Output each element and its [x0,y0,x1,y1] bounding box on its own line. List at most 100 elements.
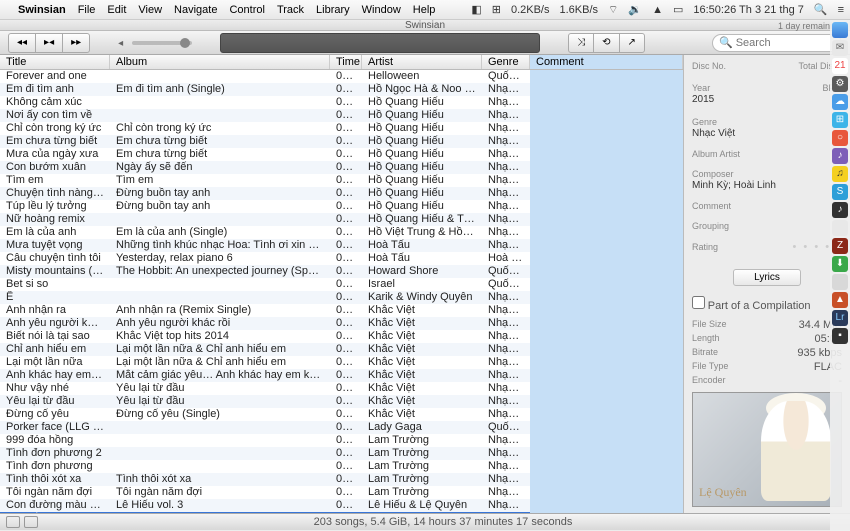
table-row[interactable]: Misty mountains (performe…The Hobbit: An… [0,265,683,278]
view-mode-icon[interactable] [24,516,38,528]
col-album[interactable]: Album [110,55,330,69]
menu-track[interactable]: Track [277,4,304,16]
dock-terminal-icon[interactable]: ▪ [832,328,848,344]
menu-view[interactable]: View [138,4,162,16]
cell-comment [530,135,683,148]
notification-icon[interactable]: ≡ [838,4,844,16]
cell-genre: Quốc tế [482,421,530,434]
table-row[interactable]: Mưa tuyệt vọngNhững tình khúc nhạc Hoa: … [0,239,683,252]
dock-finder-icon[interactable] [832,22,848,38]
dock-skype-icon[interactable]: S [832,184,848,200]
table-row[interactable]: Túp lều lý tưởngĐừng buồn tay anh04:37Hồ… [0,200,683,213]
dock-app-icon[interactable]: ⚙ [832,76,848,92]
dock-app-icon[interactable]: ⬇ [832,256,848,272]
table-row[interactable]: Yêu lại từ đầuYêu lại từ đầu03:27Khắc Vi… [0,395,683,408]
table-row[interactable]: Porker face (LLG Vs GLG Ra…04:03Lady Gag… [0,421,683,434]
dock-lightroom-icon[interactable]: Lr [832,310,848,326]
col-artist[interactable]: Artist [362,55,482,69]
menu-edit[interactable]: Edit [107,4,126,16]
menu-window[interactable]: Window [362,4,401,16]
menu-navigate[interactable]: Navigate [174,4,217,16]
compilation-checkbox[interactable]: Part of a Compilation [692,296,842,312]
dock-itunes-icon[interactable]: ♪ [832,148,848,164]
cell-artist: Khắc Việt [362,408,482,421]
table-row[interactable]: 999 đóa hồng05:52Lam TrườngNhạc Việt [0,434,683,447]
table-row[interactable]: Ế04:13Karik & Windy QuyênNhạc Việt [0,291,683,304]
menu-extra-icon[interactable]: ◧ [471,3,481,16]
wifi-icon[interactable]: ▲ [652,4,663,16]
table-row[interactable]: Anh yêu người khác rồiAnh yêu người khác… [0,317,683,330]
cell-comment [530,434,683,447]
table-row[interactable]: Anh nhận raAnh nhận ra (Remix Single)04:… [0,304,683,317]
repeat-button[interactable]: ⟲ [594,34,619,52]
table-row[interactable]: Bet si so01:52IsraelQuốc tế [0,278,683,291]
menu-extra-icon[interactable]: ⊞ [492,3,501,16]
dock-app-icon[interactable]: ☁ [832,94,848,110]
dock-app-icon[interactable] [832,220,848,236]
table-row[interactable]: Anh khác hay em khácMắt cảm giác yêu… An… [0,369,683,382]
table-row[interactable]: Tôi ngàn năm đợiTôi ngàn năm đợi04:58Lam… [0,486,683,499]
battery-icon[interactable]: ▭ [673,3,683,16]
table-row[interactable]: Đừng cố yêuĐừng cố yêu (Single)04:29Khắc… [0,408,683,421]
play-button[interactable]: ▸◂ [36,34,63,52]
table-row[interactable]: Nơi ấy con tìm về04:20Hồ Quang HiếuNhạc … [0,109,683,122]
table-row[interactable]: Chuyến tàu hoàng hônKhúc tình xưa 3 - Đê… [0,512,683,513]
bitrate-label: Bitrate [692,347,718,359]
dock-app-icon[interactable]: ⊞ [832,112,848,128]
table-row[interactable]: Chỉ anh hiểu emLại một lần nữa & Chỉ anh… [0,343,683,356]
col-genre[interactable]: Genre [482,55,530,69]
dock-calendar-icon[interactable]: 21 [832,58,848,74]
table-row[interactable]: Chỉ còn trong ký ứcChỉ còn trong ký ức03… [0,122,683,135]
col-comment[interactable]: Comment [530,55,683,69]
table-row[interactable]: Tình thôi xót xaTình thôi xót xa05:54Lam… [0,473,683,486]
next-button[interactable]: ▸▸ [63,34,89,52]
search-input[interactable] [736,37,836,49]
table-row[interactable]: Lại một lần nữaLại một lần nữa & Chỉ anh… [0,356,683,369]
search-icon: 🔍 [719,36,733,49]
table-row[interactable]: Chuyện tình nàng trinh nữ…Đừng buồn tay … [0,187,683,200]
dock-app-icon[interactable]: ✉ [832,40,848,56]
menu-library[interactable]: Library [316,4,350,16]
table-row[interactable]: Tình đơn phương 204:26Lam TrườngNhạc Việ… [0,447,683,460]
cell-time: 03:55 [330,70,362,83]
col-title[interactable]: Title [0,55,110,69]
table-row[interactable]: Em chưa từng biếtEm chưa từng biết03:43H… [0,135,683,148]
table-row[interactable]: Câu chuyện tình tôiYesterday, relax pian… [0,252,683,265]
dock-vlc-icon[interactable]: ▲ [832,292,848,308]
table-row[interactable]: Em là của anhEm là của anh (Single)04:42… [0,226,683,239]
app-menu[interactable]: Swinsian [18,4,66,16]
prev-button[interactable]: ◂◂ [9,34,36,52]
table-row[interactable]: Biết nói là tại saoKhắc Việt top hits 20… [0,330,683,343]
dock-swinsian-icon[interactable]: ♪ [832,202,848,218]
cell-genre: Nhạc Việt [482,200,530,213]
volume-slider[interactable] [132,41,192,45]
table-row[interactable]: Không cảm xúc03:49Hồ Quang HiếuNhạc Việt [0,96,683,109]
col-time[interactable]: Time [330,55,362,69]
volume-icon[interactable]: 🔉 [628,3,642,16]
table-row[interactable]: Nữ hoàng remix03:23Hồ Quang Hiếu & Thúy … [0,213,683,226]
table-row[interactable]: Con đường màu xanhLê Hiếu vol. 305:21Lê … [0,499,683,512]
view-mode-icon[interactable] [6,516,20,528]
bluetooth-icon[interactable]: ⌔ [608,3,618,17]
clock[interactable]: 16:50:26 Th 3 21 thg 7 [693,4,804,16]
dock-app-icon[interactable]: ○ [832,130,848,146]
menu-help[interactable]: Help [413,4,436,16]
dock-app-icon[interactable] [832,274,848,290]
eq-button[interactable]: ↗ [620,34,644,52]
dock-app-icon[interactable]: ♫ [832,166,848,182]
search-field[interactable]: 🔍 [712,34,842,52]
table-row[interactable]: Em đi tìm anhEm đi tìm anh (Single)04:33… [0,83,683,96]
cell-artist: Lệ Quyên [362,512,482,513]
shuffle-button[interactable]: ⤨ [569,34,594,52]
spotlight-icon[interactable]: 🔍 [814,3,828,16]
menu-control[interactable]: Control [229,4,264,16]
dock-app-icon[interactable]: Z [832,238,848,254]
table-row[interactable]: Như vậy nhéYêu lại từ đầu04:09Khắc ViệtN… [0,382,683,395]
lyrics-button[interactable]: Lyrics [733,269,801,286]
table-row[interactable]: Con bướm xuânNgày ấy sẽ đến03:44Hồ Quang… [0,161,683,174]
table-row[interactable]: Forever and one03:55HelloweenQuốc tế [0,70,683,83]
table-row[interactable]: Tìm emTìm em03:30Hồ Quang HiếuNhạc Việt [0,174,683,187]
table-row[interactable]: Tình đơn phương04:13Lam TrườngNhạc Việt [0,460,683,473]
menu-file[interactable]: File [78,4,96,16]
table-row[interactable]: Mưa của ngày xưaEm chưa từng biết04:44Hồ… [0,148,683,161]
